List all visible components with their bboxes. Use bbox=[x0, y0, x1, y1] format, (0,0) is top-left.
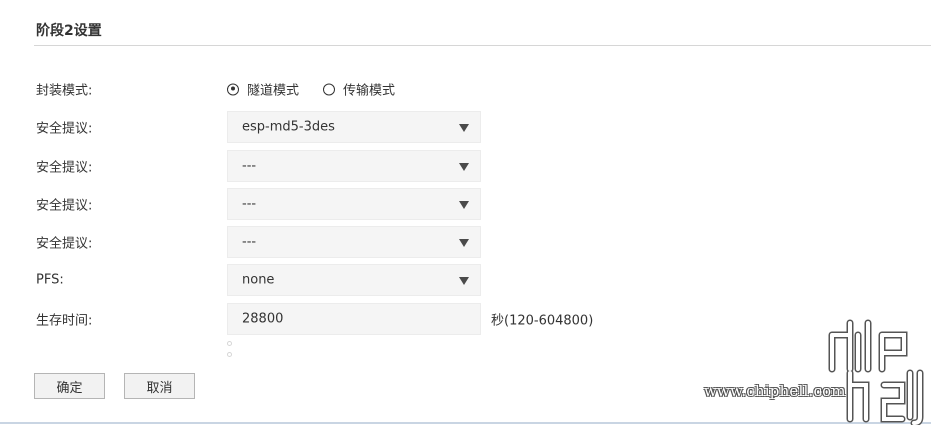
watermark-url: www.chiphell.com bbox=[704, 382, 846, 400]
cancel-button[interactable]: 取消 bbox=[124, 373, 195, 399]
radio-transport-mode[interactable]: 传输模式 bbox=[323, 80, 395, 99]
confirm-button[interactable]: 确定 bbox=[34, 373, 105, 399]
radio-checked-icon[interactable] bbox=[227, 83, 239, 95]
lifetime-label: 生存时间: bbox=[36, 313, 93, 329]
chiphell-logo bbox=[828, 319, 924, 427]
hint-dots bbox=[227, 341, 233, 357]
radio-tunnel-mode[interactable]: 隧道模式 bbox=[227, 80, 299, 99]
pfs-select[interactable]: none bbox=[227, 264, 481, 296]
encapsulation-row: 封装模式: 隧道模式 传输模式 bbox=[0, 73, 931, 105]
proposal-row-4: 安全提议: --- bbox=[0, 226, 931, 258]
lifetime-input-value[interactable]: 28800 bbox=[242, 312, 283, 327]
radio-unchecked-icon[interactable] bbox=[323, 83, 336, 95]
radio-tunnel-label[interactable]: 隧道模式 bbox=[247, 80, 299, 99]
proposal-select-1[interactable]: esp-md5-3des bbox=[227, 111, 481, 143]
proposal-select-value: --- bbox=[242, 234, 257, 250]
dropdown-arrow-icon[interactable] bbox=[459, 163, 469, 171]
pfs-label: PFS: bbox=[36, 272, 64, 288]
proposal-label: 安全提议: bbox=[36, 160, 93, 176]
section-title: 阶段2设置 bbox=[36, 23, 102, 39]
dropdown-arrow-icon[interactable] bbox=[459, 239, 469, 247]
proposal-row-1: 安全提议: esp-md5-3des bbox=[0, 111, 931, 143]
proposal-label: 安全提议: bbox=[36, 198, 93, 214]
dropdown-arrow-icon[interactable] bbox=[459, 201, 469, 209]
dropdown-arrow-icon[interactable] bbox=[459, 277, 469, 285]
encapsulation-radio-group: 隧道模式 传输模式 bbox=[227, 80, 419, 99]
dropdown-arrow-icon[interactable] bbox=[459, 124, 469, 132]
proposal-label: 安全提议: bbox=[36, 121, 93, 137]
proposal-label: 安全提议: bbox=[36, 236, 93, 252]
encapsulation-label: 封装模式: bbox=[36, 83, 93, 99]
pfs-row: PFS: none bbox=[0, 264, 931, 296]
proposal-row-3: 安全提议: --- bbox=[0, 188, 931, 220]
proposal-select-value: esp-md5-3des bbox=[242, 119, 335, 135]
title-divider bbox=[34, 45, 931, 46]
proposal-select-4[interactable]: --- bbox=[227, 226, 481, 258]
pfs-select-value: none bbox=[242, 272, 275, 288]
lifetime-input[interactable]: 28800 bbox=[227, 303, 481, 335]
radio-transport-label[interactable]: 传输模式 bbox=[343, 80, 395, 99]
proposal-row-2: 安全提议: --- bbox=[0, 150, 931, 182]
proposal-select-3[interactable]: --- bbox=[227, 188, 481, 220]
proposal-select-value: --- bbox=[242, 158, 257, 174]
chiphell-watermark: www.chiphell.com bbox=[700, 315, 931, 427]
proposal-select-2[interactable]: --- bbox=[227, 150, 481, 182]
lifetime-range-hint: 秒(120-604800) bbox=[491, 313, 594, 329]
proposal-select-value: --- bbox=[242, 196, 257, 212]
